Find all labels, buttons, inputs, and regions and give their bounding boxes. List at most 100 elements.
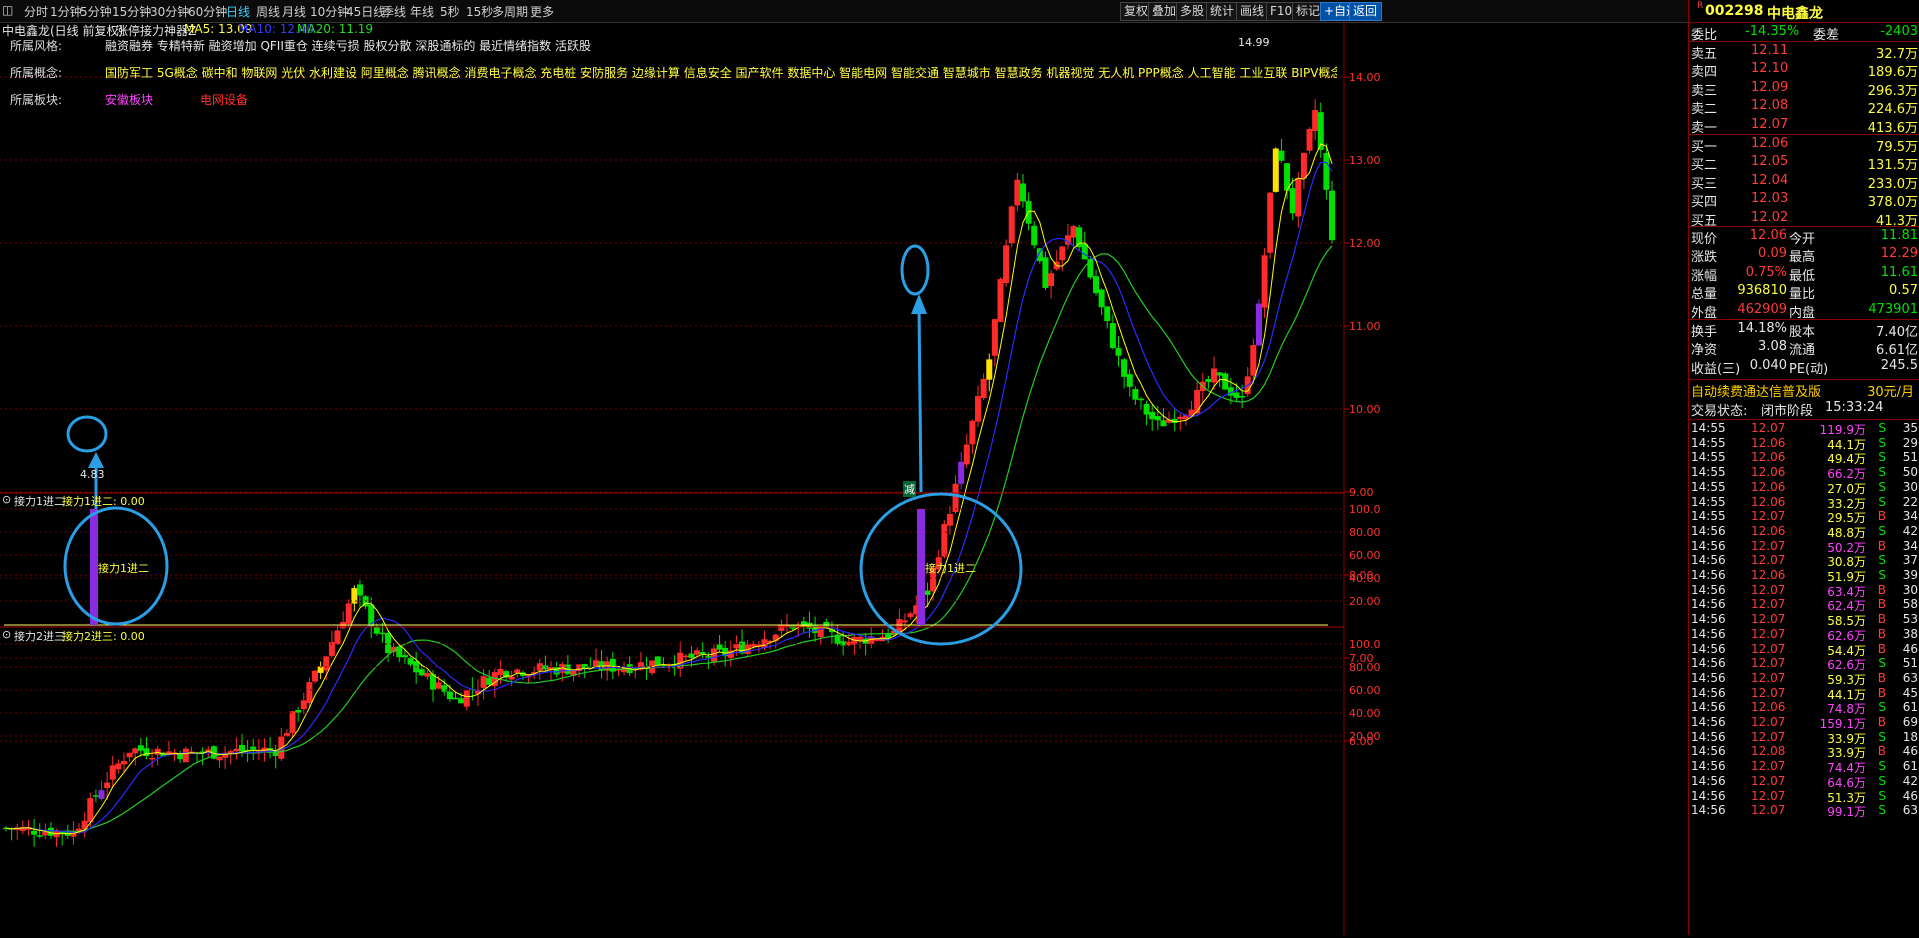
candle-body [508,676,515,680]
promo-price[interactable]: 30元/月 [1867,381,1914,400]
period-tab-6[interactable]: 日线 [226,3,250,20]
period-tab-9[interactable]: 10分钟 [310,3,349,20]
sub1-title[interactable]: 接力1进二 [14,493,65,509]
tick-side: S [1878,759,1886,774]
period-tab-15[interactable]: 多周期 [492,3,528,20]
toolbar-button-4[interactable]: 画线 [1236,2,1270,21]
tick-time: 14:56 [1691,759,1726,774]
tick-price: 12.07 [1751,612,1786,627]
candle-body [958,461,965,484]
candle-body [373,627,380,634]
candle-body [1003,245,1010,284]
stat-value: 12.06 [1749,228,1787,243]
candle-body [1255,303,1262,346]
promo-text[interactable]: 自动续费通达信普及版 [1691,381,1821,400]
tick-time: 14:55 [1691,465,1726,480]
ma10-line [5,161,1333,834]
tick-count: 50 [1902,465,1918,480]
toolbar-button-3[interactable]: 统计 [1206,2,1240,21]
tick-row: 14:56 12.07 63.4万 B 30 [1689,583,1919,599]
tick-side: S [1878,729,1886,744]
period-tab-10[interactable]: 45日线 [346,3,385,20]
tick-time: 14:55 [1691,450,1726,465]
tick-time: 14:56 [1691,803,1726,818]
period-tab-0[interactable]: 分时 [24,3,48,20]
ma-lines-group [5,143,1333,835]
period-tab-12[interactable]: 年线 [410,3,434,20]
candle-body [1250,345,1257,376]
tick-price: 12.07 [1751,626,1786,641]
tick-count: 42 [1902,773,1918,788]
capital-row: 换手 14.18% 股本 7.40亿 [1689,321,1919,340]
period-tab-7[interactable]: 周线 [256,3,280,20]
weibi-value: -14.35% [1745,24,1800,39]
period-tab-3[interactable]: 15分钟 [112,3,151,20]
sub1-collapse-icon[interactable]: ⊙ [2,493,11,506]
candle-body [1143,403,1150,415]
candle-body [1104,306,1111,322]
candle-body [1272,148,1279,192]
candle-body [497,669,504,676]
tick-count: 37 [1902,553,1918,568]
period-tab-16[interactable]: 更多 [530,3,554,20]
price-tick-label: 9.00 [1349,486,1374,499]
sub2-title[interactable]: 接力2进三 [14,628,65,644]
candle-body [1098,289,1105,308]
sub2-collapse-icon[interactable]: ⊙ [2,628,11,641]
period-tab-13[interactable]: 5秒 [440,3,460,20]
candle-body [441,685,448,692]
tick-row: 14:56 12.07 74.4万 S 61 [1689,759,1919,775]
period-tab-2[interactable]: 5分钟 [80,3,112,20]
tick-count: 30 [1902,479,1918,494]
kline-chart-area[interactable]: 14.00 13.00 12.00 11.00 10.00 9.00 8.00 7.00 6.0… [0,22,1688,935]
stat-label: 总量 [1691,287,1718,303]
stat-value: 473901 [1868,301,1918,317]
tick-side: B [1877,509,1886,524]
tick-price: 12.07 [1751,670,1786,685]
annotation-circle-small-1 [66,415,108,453]
tick-price: 12.06 [1751,700,1786,715]
candle-body [1019,183,1026,202]
candle-body [710,648,717,662]
candle-body [435,682,442,689]
ma5-line [5,143,1333,835]
tick-time: 14:56 [1691,788,1726,803]
tick-row: 14:56 12.07 62.4万 B 58 [1689,597,1919,613]
sector-anhui[interactable]: 安徽板块 [105,91,153,108]
candle-body [1267,192,1274,253]
promo-row[interactable]: 自动续费通达信普及版 30元/月 [1689,381,1919,400]
toolbar-button-2[interactable]: 多股 [1176,2,1210,21]
toolbar-button-8[interactable]: 返回 [1349,2,1382,21]
candle-body [716,644,723,650]
candle-body [486,677,493,685]
quote-header: R 002298 中电鑫龙 [1689,1,1919,22]
candle-body [1076,227,1083,248]
ask-row: 卖一 12.07 413.6万 [1689,117,1919,136]
ask-price: 12.09 [1751,79,1789,95]
bid-price: 12.03 [1751,191,1789,207]
period-tab-14[interactable]: 15秒 [466,3,493,20]
price-tick-label: 14.00 [1349,71,1381,84]
ma20-line [5,245,1333,833]
tick-side: B [1877,626,1886,641]
period-tab-1[interactable]: 1分钟 [50,3,82,20]
tick-count: 38 [1902,626,1918,641]
sector-grid-equipment[interactable]: 电网设备 [200,91,248,108]
tick-side: S [1878,479,1886,494]
panel-toggle-icon[interactable]: ◫ [2,3,13,17]
price-tick-label: 10.00 [1349,403,1381,416]
period-tab-5[interactable]: 60分钟 [188,3,227,20]
period-tab-11[interactable]: 季线 [382,3,406,20]
candle-body [1121,359,1128,377]
candle-body [177,753,184,760]
kline-svg[interactable]: 14.0013.0012.0011.0010.009.008.007.006.0… [0,22,1688,935]
tick-row: 14:56 12.07 62.6万 B 38 [1689,626,1919,643]
period-tab-8[interactable]: 月线 [282,3,306,20]
stat-value: 0.09 [1758,246,1787,262]
candle-body [733,643,740,649]
candle-body [109,765,116,780]
candle-body [87,798,94,823]
period-tab-4[interactable]: 30分钟 [150,3,189,20]
tick-row: 14:56 12.07 44.1万 B 45 [1689,686,1919,702]
tick-time: 14:56 [1691,670,1726,685]
